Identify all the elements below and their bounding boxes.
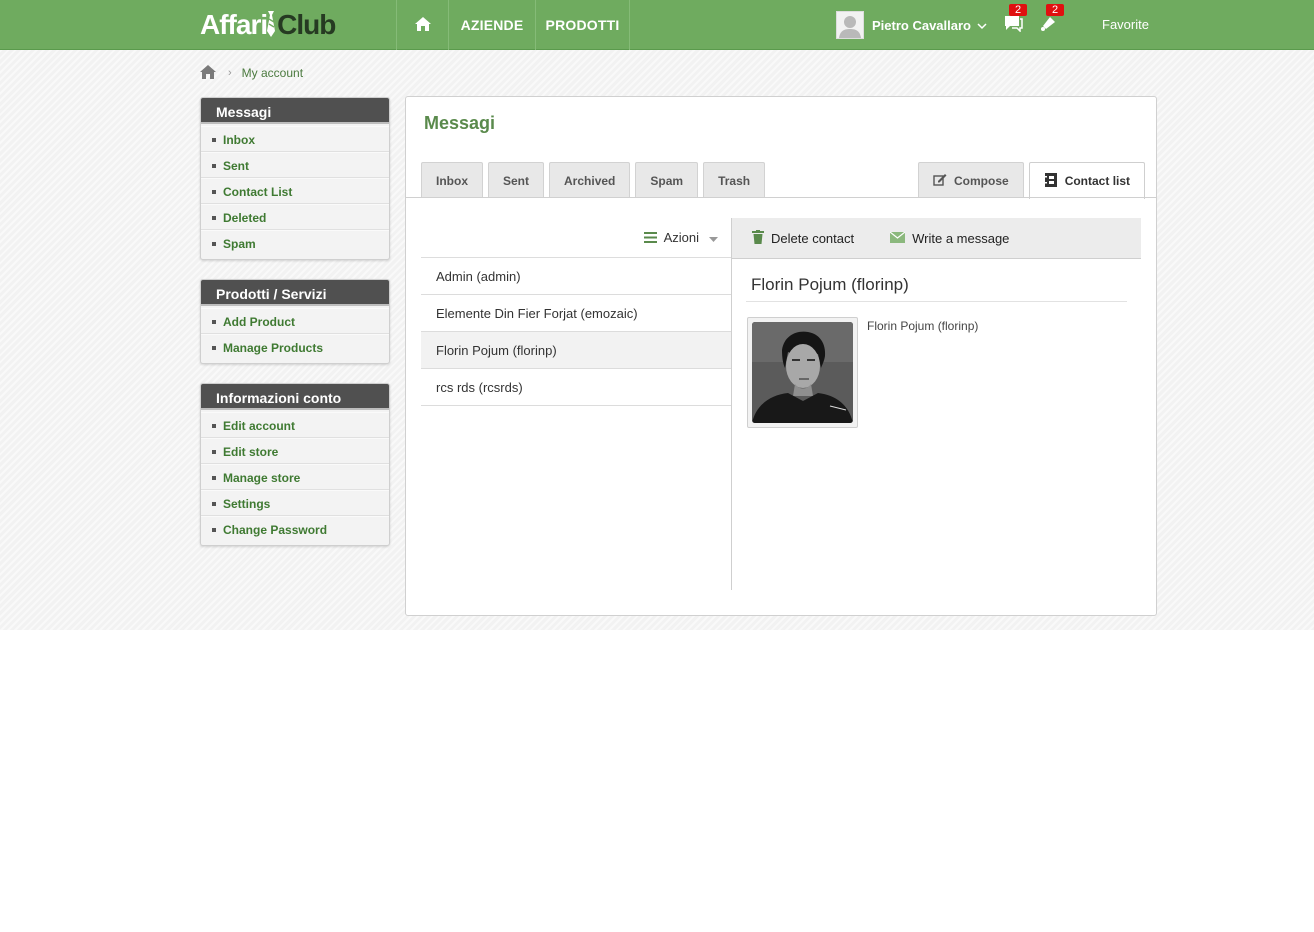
sidebar-messaggi-title: Messagi: [201, 98, 389, 124]
tab-spam[interactable]: Spam: [635, 162, 699, 198]
sidebar-item-manage-products[interactable]: Manage Products: [201, 334, 389, 360]
list-menu-icon: [643, 232, 657, 243]
envelope-icon: [889, 231, 912, 246]
user-name: Pietro Cavallaro: [872, 17, 971, 33]
tab-archived[interactable]: Archived: [549, 162, 631, 198]
folder-tabs: Inbox Sent Archived Spam Trash: [421, 162, 770, 198]
sidebar-item-settings[interactable]: Settings: [201, 490, 389, 516]
sidebar-item-change-password[interactable]: Change Password: [201, 516, 389, 542]
nav-prodotti[interactable]: PRODOTTI: [535, 0, 630, 50]
trash-icon: [752, 229, 771, 247]
sidebar-prodotti: Prodotti / Servizi Add Product Manage Pr…: [200, 279, 390, 364]
notifications-button[interactable]: 2: [1040, 4, 1064, 36]
edit-icon: [933, 173, 954, 189]
delete-contact-label: Delete contact: [771, 230, 855, 246]
breadcrumb: › My account: [200, 64, 303, 82]
breadcrumb-home-icon[interactable]: [200, 64, 216, 82]
compose-label: Compose: [954, 173, 1009, 188]
write-message-label: Write a message: [912, 230, 1010, 246]
sidebar-item-spam[interactable]: Spam: [201, 230, 389, 256]
detail-divider: [746, 301, 1127, 302]
contact-photo: [752, 322, 853, 423]
sidebar-item-add-product[interactable]: Add Product: [201, 308, 389, 334]
actions-dropdown[interactable]: Azioni: [421, 218, 732, 258]
favorite-link[interactable]: Favorite: [1102, 17, 1149, 32]
tab-inbox[interactable]: Inbox: [421, 162, 483, 198]
tabs-divider: [406, 197, 1156, 198]
tab-contact-list[interactable]: Contact list: [1028, 162, 1146, 199]
write-message-button[interactable]: Write a message: [889, 230, 1010, 246]
action-tabs: Compose Contact list: [918, 162, 1150, 199]
user-menu[interactable]: Pietro Cavallaro: [836, 11, 987, 39]
sidebar-item-contact-list[interactable]: Contact List: [201, 178, 389, 204]
tab-sent[interactable]: Sent: [488, 162, 545, 198]
home-icon: [414, 16, 431, 34]
sidebar-item-inbox[interactable]: Inbox: [201, 126, 389, 152]
sidebar-item-edit-account[interactable]: Edit account: [201, 412, 389, 438]
delete-contact-button[interactable]: Delete contact: [752, 229, 855, 247]
list-item[interactable]: Elemente Din Fier Forjat (emozaic): [421, 295, 732, 332]
contacts-list: Azioni Admin (admin) Elemente Din Fier F…: [421, 218, 732, 406]
tie-icon: [267, 9, 277, 39]
nav-aziende[interactable]: AZIENDE: [448, 0, 535, 50]
top-navbar: Affari Club AZIENDE PRODOTTI Pietro Caval…: [0, 0, 1314, 50]
contact-photo-frame: [747, 317, 858, 428]
contact-toolbar: Delete contact Write a message: [732, 218, 1141, 259]
sidebar-messaggi: Messagi Inbox Sent Contact List Deleted …: [200, 97, 390, 260]
sidebar-conto-title: Informazioni conto: [201, 384, 389, 410]
contact-photo-caption: Florin Pojum (florinp): [867, 319, 979, 333]
bell-icon: [1040, 17, 1058, 35]
main-nav: AZIENDE PRODOTTI: [396, 0, 630, 50]
chat-bubble-icon: [1003, 16, 1023, 35]
contact-name-heading: Florin Pojum (florinp): [751, 275, 909, 294]
chevron-down-icon: [977, 18, 987, 33]
messages-count-badge: 2: [1009, 4, 1027, 16]
tab-trash[interactable]: Trash: [703, 162, 766, 198]
messages-button[interactable]: 2: [1003, 4, 1027, 36]
sidebar-item-edit-store[interactable]: Edit store: [201, 438, 389, 464]
list-item[interactable]: Admin (admin): [421, 258, 732, 295]
sidebar-prodotti-title: Prodotti / Servizi: [201, 280, 389, 306]
contact-list-label: Contact list: [1064, 174, 1131, 188]
nav-home[interactable]: [396, 0, 448, 50]
sidebar-conto: Informazioni conto Edit account Edit sto…: [200, 383, 390, 546]
breadcrumb-current[interactable]: My account: [242, 66, 303, 80]
column-divider: [731, 218, 732, 590]
site-logo[interactable]: Affari Club: [200, 9, 336, 41]
sidebar-item-manage-store[interactable]: Manage store: [201, 464, 389, 490]
tab-compose[interactable]: Compose: [918, 162, 1024, 198]
page-title: Messagi: [424, 113, 496, 133]
actions-label: Azioni: [663, 230, 699, 245]
logo-text-part2: Club: [277, 9, 336, 40]
sidebar-item-sent[interactable]: Sent: [201, 152, 389, 178]
address-book-icon: [1043, 172, 1065, 190]
avatar: [836, 11, 864, 39]
notifications-count-badge: 2: [1046, 4, 1064, 16]
messages-panel: Messagi Inbox Sent Archived Spam Trash C…: [405, 96, 1157, 616]
list-item[interactable]: rcs rds (rcsrds): [421, 369, 732, 406]
list-item-selected[interactable]: Florin Pojum (florinp): [421, 332, 732, 369]
caret-down-icon: [709, 230, 718, 245]
sidebar-item-deleted[interactable]: Deleted: [201, 204, 389, 230]
chevron-right-icon: ›: [228, 67, 232, 79]
logo-text-part1: Affari: [200, 9, 268, 40]
